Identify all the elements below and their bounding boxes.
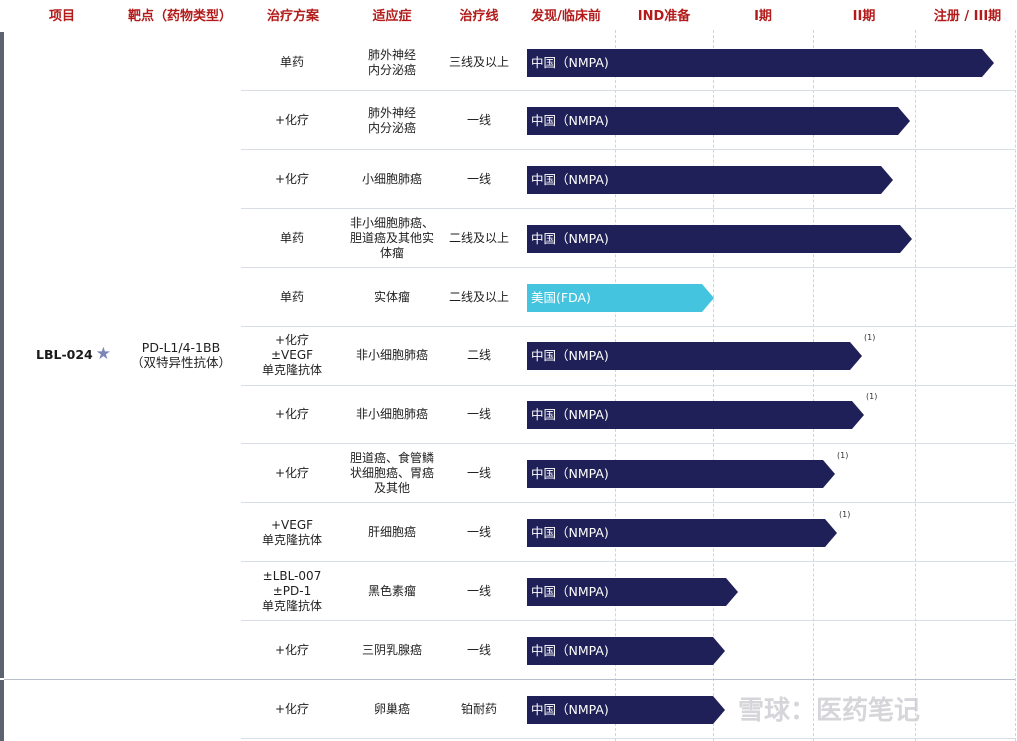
line-cell: 二线及以上: [448, 290, 509, 304]
header-regimen: 治疗方案: [266, 9, 319, 24]
indication-cell: 肺外神经 内分泌癌: [367, 47, 416, 77]
project-label: LBL-024: [36, 346, 93, 362]
indication-cell: 胆道癌、食管鳞 状细胞癌、胃癌 及其他: [349, 451, 434, 495]
indication-cell: 非小细胞肺癌: [355, 407, 428, 421]
progress-bar: 中国（NMPA): [527, 518, 837, 547]
regimen-cell: +化疗 ±VEGF 单克隆抗体: [261, 333, 322, 377]
regimen-cell: +化疗: [274, 113, 310, 127]
left-rule: [0, 32, 4, 678]
header-discovery: 发现/临床前: [531, 9, 601, 24]
line-cell: 二线: [466, 348, 491, 362]
line-cell: 一线: [466, 172, 491, 186]
line-cell: 一线: [466, 643, 491, 657]
region-label: 中国（NMPA): [531, 54, 609, 70]
header-phase3: 注册 / III期: [933, 9, 1002, 24]
project-name: LBL-024 ★: [36, 343, 111, 365]
footnote-marker: (1): [866, 392, 878, 401]
region-label: 中国（NMPA): [531, 465, 609, 481]
progress-bar: 中国（NMPA): [527, 48, 994, 77]
indication-cell: 肺外神经 内分泌癌: [367, 105, 416, 135]
regimen-cell: 单药: [279, 290, 304, 304]
regimen-cell: +化疗: [274, 466, 310, 480]
project-target: PD-L1/4-1BB （双特异性抗体）: [130, 340, 231, 370]
region-label: 中国（NMPA): [531, 701, 609, 717]
indication-cell: 肝细胞癌: [367, 525, 416, 539]
indication-cell: 实体瘤: [373, 290, 410, 304]
indication-cell: 非小细胞肺癌、 胆道癌及其他实 体瘤: [349, 216, 434, 260]
progress-bar: 中国（NMPA): [527, 695, 725, 724]
header-project: 项目: [48, 9, 75, 24]
region-label: 中国（NMPA): [531, 524, 609, 540]
progress-bar: 中国（NMPA): [527, 400, 864, 429]
regimen-cell: +化疗: [274, 702, 310, 716]
indication-cell: 非小细胞肺癌: [355, 348, 428, 362]
region-label: 中国（NMPA): [531, 347, 609, 363]
regimen-cell: +VEGF 单克隆抗体: [261, 517, 322, 547]
region-label: 中国（NMPA): [531, 112, 609, 128]
phase-divider: [1015, 30, 1016, 741]
region-label: 中国（NMPA): [531, 642, 609, 658]
regimen-cell: 单药: [279, 231, 304, 245]
regimen-cell: 单药: [279, 55, 304, 69]
line-cell: 三线及以上: [448, 55, 509, 69]
regimen-cell: +化疗: [274, 407, 310, 421]
regimen-cell: ±LBL-007 ±PD-1 单克隆抗体: [261, 569, 322, 613]
footnote-marker: (1): [837, 451, 849, 460]
watermark: 雪球：医药笔记: [738, 696, 921, 726]
line-cell: 一线: [466, 407, 491, 421]
progress-bar: 美国(FDA): [527, 283, 714, 312]
indication-cell: 卵巢癌: [373, 702, 410, 716]
progress-bar: 中国（NMPA): [527, 224, 912, 253]
footnote-marker: (1): [839, 510, 851, 519]
progress-bar: 中国（NMPA): [527, 165, 893, 194]
indication-cell: 小细胞肺癌: [361, 172, 422, 186]
line-cell: 一线: [466, 113, 491, 127]
star-icon: ★: [95, 344, 111, 364]
progress-bar: 中国（NMPA): [527, 459, 835, 488]
region-label: 中国（NMPA): [531, 230, 609, 246]
line-cell: 一线: [466, 466, 491, 480]
line-cell: 一线: [466, 525, 491, 539]
header-target: 靶点（药物类型）: [127, 9, 232, 24]
left-rule: [0, 680, 4, 741]
progress-bar: 中国（NMPA): [527, 341, 862, 370]
progress-bar: 中国（NMPA): [527, 636, 725, 665]
region-label: 中国（NMPA): [531, 171, 609, 187]
progress-bar: 中国（NMPA): [527, 106, 910, 135]
region-label: 中国（NMPA): [531, 406, 609, 422]
table-header: 项目 靶点（药物类型） 治疗方案 适应症 治疗线 发现/临床前 IND准备 I期…: [0, 0, 1017, 30]
line-cell: 一线: [466, 584, 491, 598]
region-label: 中国（NMPA): [531, 583, 609, 599]
region-label: 美国(FDA): [531, 289, 591, 305]
regimen-cell: +化疗: [274, 172, 310, 186]
footnote-marker: (1): [864, 333, 876, 342]
line-cell: 二线及以上: [448, 231, 509, 245]
indication-cell: 三阴乳腺癌: [361, 643, 422, 657]
header-ind: IND准备: [637, 9, 691, 24]
line-cell: 铂耐药: [460, 702, 497, 716]
header-phase2: II期: [852, 9, 876, 24]
header-line: 治疗线: [459, 9, 499, 24]
regimen-cell: +化疗: [274, 643, 310, 657]
header-indication: 适应症: [372, 9, 412, 24]
progress-bar: 中国（NMPA): [527, 577, 738, 606]
indication-cell: 黑色素瘤: [367, 584, 416, 598]
header-phase1: I期: [754, 9, 772, 24]
